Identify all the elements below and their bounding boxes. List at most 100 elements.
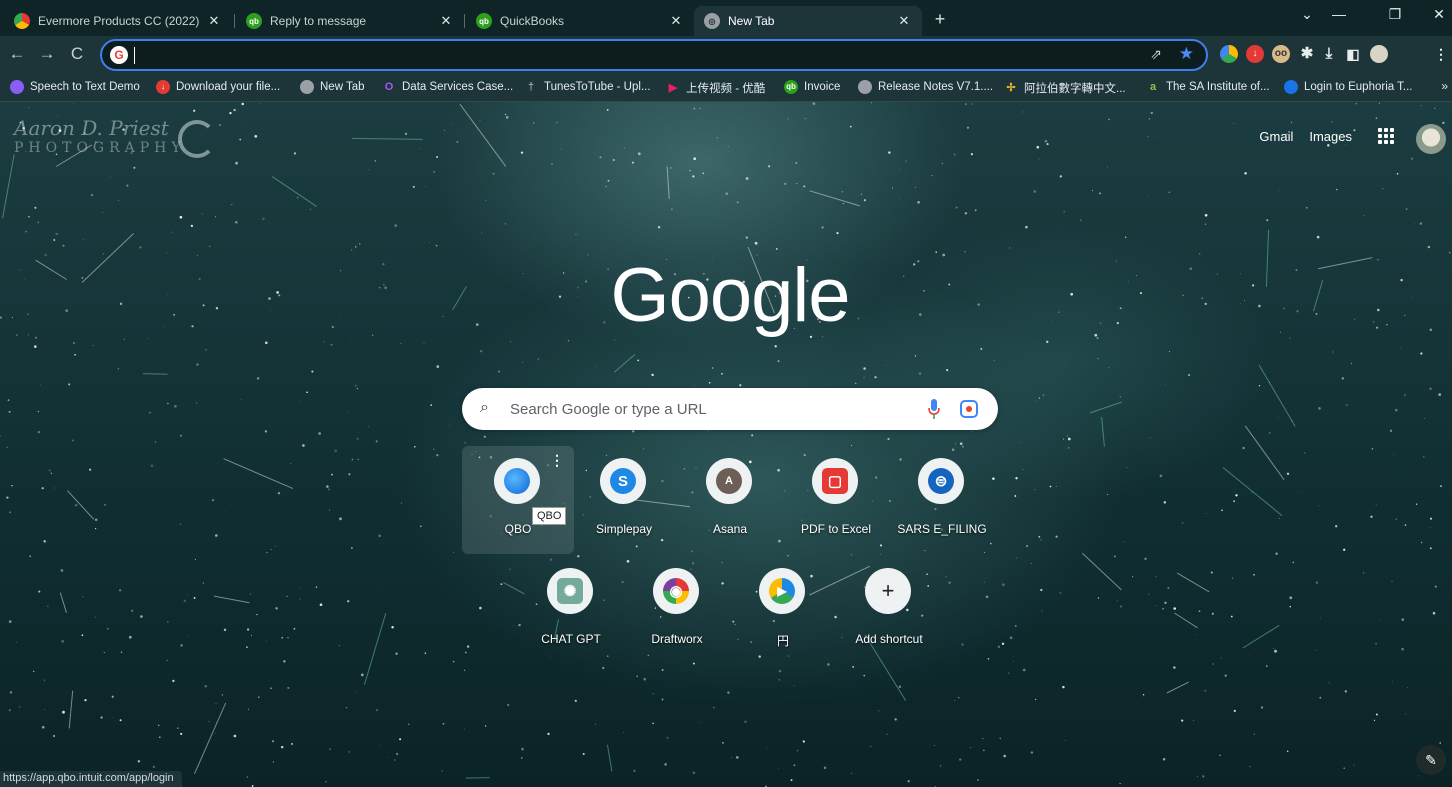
shortcut-sars-efiling[interactable]: ⊜ SARS E_FILING — [886, 446, 998, 554]
top-links: Gmail Images — [1259, 129, 1352, 144]
microphone-icon[interactable] — [928, 399, 940, 419]
search-input[interactable] — [510, 398, 910, 420]
bookmark-invoice[interactable]: qb Invoice — [784, 80, 840, 94]
google-drive-icon[interactable] — [1220, 45, 1238, 63]
close-window-button[interactable]: ✕ — [1424, 6, 1452, 23]
back-button[interactable]: ← — [6, 44, 28, 64]
shortcut-pdf-to-excel[interactable]: ▢ PDF to Excel — [780, 446, 892, 554]
shortcut-add[interactable]: + Add shortcut — [833, 556, 945, 664]
customize-pencil-icon[interactable]: ✎ — [1416, 745, 1446, 775]
extension-owl-icon[interactable]: oo — [1272, 45, 1290, 63]
shortcut-qbo[interactable]: ⋮ QBO — [462, 446, 574, 554]
tab-reply-to-message[interactable]: qb Reply to message ✕ — [236, 6, 464, 36]
bookmark-label: 上传视频 - 优酷 — [686, 83, 766, 95]
extensions-puzzle-icon[interactable]: ✱ — [1298, 45, 1316, 63]
bookmark-arabic-to-chinese[interactable]: ✢ 阿拉伯數字轉中文... — [1004, 80, 1126, 96]
simplepay-icon: S — [610, 468, 636, 494]
maximize-button[interactable]: ❐ — [1380, 6, 1410, 23]
shortcut-more-icon[interactable]: ⋮ — [550, 452, 564, 469]
shortcut-play[interactable]: ▶ 円 — [727, 556, 839, 664]
shortcut-tile: + — [865, 568, 911, 614]
address-bar[interactable]: G ⇗ ★ — [100, 39, 1208, 71]
euphoria-icon — [1284, 80, 1298, 94]
shortcut-tile: ◉ — [653, 568, 699, 614]
google-logo: Google — [610, 253, 850, 338]
tab-title: New Tab — [728, 14, 775, 28]
text-caret — [134, 47, 135, 64]
tab-evermore[interactable]: Evermore Products CC (2022) ✕ — [4, 6, 232, 36]
shortcut-tile: ▶ — [759, 568, 805, 614]
side-panel-icon[interactable]: ◧ — [1344, 45, 1362, 63]
tunes-icon: † — [527, 81, 535, 93]
shortcut-tile — [494, 458, 540, 504]
shortcut-tile: ⊜ — [918, 458, 964, 504]
share-icon[interactable]: ⇗ — [1150, 46, 1162, 63]
search-box[interactable]: ⌕ — [462, 388, 998, 430]
play-icon: ▶ — [769, 578, 795, 604]
shortcut-asana[interactable]: A Asana — [674, 446, 786, 554]
bookmark-sa-institute[interactable]: a The SA Institute of... — [1146, 80, 1270, 94]
bookmark-star-icon[interactable]: ★ — [1179, 44, 1194, 64]
extension-red-icon[interactable]: ↓ — [1246, 45, 1264, 63]
shortcut-label: Add shortcut — [855, 632, 923, 646]
bookmark-youku[interactable]: ▶ 上传视频 - 优酷 — [666, 80, 765, 96]
bookmark-release-notes[interactable]: Release Notes V7.1.... — [858, 80, 993, 94]
chrome-icon: ◎ — [704, 13, 720, 29]
gmail-link[interactable]: Gmail — [1259, 129, 1293, 144]
bookmark-label: Release Notes V7.1.... — [878, 81, 994, 93]
tab-close-icon[interactable]: ✕ — [896, 13, 912, 29]
profile-avatar[interactable] — [1370, 45, 1388, 63]
bookmark-new-tab[interactable]: New Tab — [300, 80, 365, 94]
slack-icon: ✢ — [1006, 82, 1016, 94]
chrome-menu-icon[interactable]: ⋮ — [1432, 45, 1450, 63]
shortcut-tile: S — [600, 458, 646, 504]
bookmark-label: New Tab — [320, 81, 365, 93]
more-bookmarks-icon[interactable]: » — [1441, 79, 1448, 93]
sa-icon: a — [1149, 81, 1157, 93]
shortcut-chat-gpt[interactable]: ✺ CHAT GPT — [515, 556, 627, 664]
photographer-logo: Aaron D. Priest PHOTOGRAPHY — [14, 116, 216, 158]
bookmark-label: Login to Euphoria T... — [1304, 81, 1413, 93]
qb-icon: qb — [476, 13, 492, 29]
download-red-icon: ↓ — [156, 80, 170, 94]
tab-close-icon[interactable]: ✕ — [668, 13, 684, 29]
tab-search-dropdown-icon[interactable]: ⌄ — [1292, 6, 1322, 23]
new-tab-button[interactable]: + — [930, 9, 950, 30]
plus-icon: + — [881, 578, 895, 603]
google-g-icon: G — [110, 46, 128, 64]
bookmark-data-services[interactable]: O Data Services Case... — [382, 80, 514, 94]
bookmark-label: Invoice — [804, 81, 841, 93]
bookmark-euphoria[interactable]: Login to Euphoria T... — [1284, 80, 1412, 94]
shortcut-simplepay[interactable]: S Simplepay — [568, 446, 680, 554]
tab-quickbooks[interactable]: qb QuickBooks ✕ — [466, 6, 694, 36]
account-avatar[interactable] — [1416, 124, 1446, 154]
bookmark-download-file[interactable]: ↓ Download your file... — [156, 80, 280, 94]
bookmark-label: Speech to Text Demo — [30, 81, 140, 93]
aperture-logo-icon — [178, 120, 216, 158]
photographer-name: Aaron D. Priest — [14, 116, 169, 140]
images-link[interactable]: Images — [1309, 129, 1352, 144]
bookmark-speech-to-text[interactable]: Speech to Text Demo — [10, 80, 140, 94]
shortcut-draftworx[interactable]: ◉ Draftworx — [621, 556, 733, 664]
bookmark-label: 阿拉伯數字轉中文... — [1024, 83, 1126, 95]
shortcut-label: Simplepay — [595, 522, 653, 536]
bookmark-tunestotube[interactable]: † TunesToTube - Upl... — [524, 80, 651, 94]
bookmark-label: Download your file... — [176, 81, 281, 93]
tab-new-tab[interactable]: ◎ New Tab ✕ — [694, 6, 922, 36]
shortcut-tile: ▢ — [812, 458, 858, 504]
downloads-icon[interactable]: ⤓ — [1320, 45, 1338, 63]
draftworx-icon: ◉ — [663, 578, 689, 604]
evermore-icon — [14, 13, 30, 29]
bookmark-label: Data Services Case... — [402, 81, 514, 93]
forward-button[interactable]: → — [36, 44, 58, 64]
qbo-icon — [504, 468, 530, 494]
tab-close-icon[interactable]: ✕ — [438, 13, 454, 29]
google-apps-icon[interactable] — [1378, 128, 1394, 144]
search-icon: ⌕ — [480, 399, 489, 416]
tab-close-icon[interactable]: ✕ — [206, 13, 222, 29]
address-input[interactable] — [140, 45, 1120, 67]
tab-divider — [234, 14, 235, 28]
reload-button[interactable]: C — [66, 44, 88, 64]
minimize-button[interactable]: — — [1324, 6, 1354, 22]
google-lens-icon[interactable] — [960, 400, 978, 418]
